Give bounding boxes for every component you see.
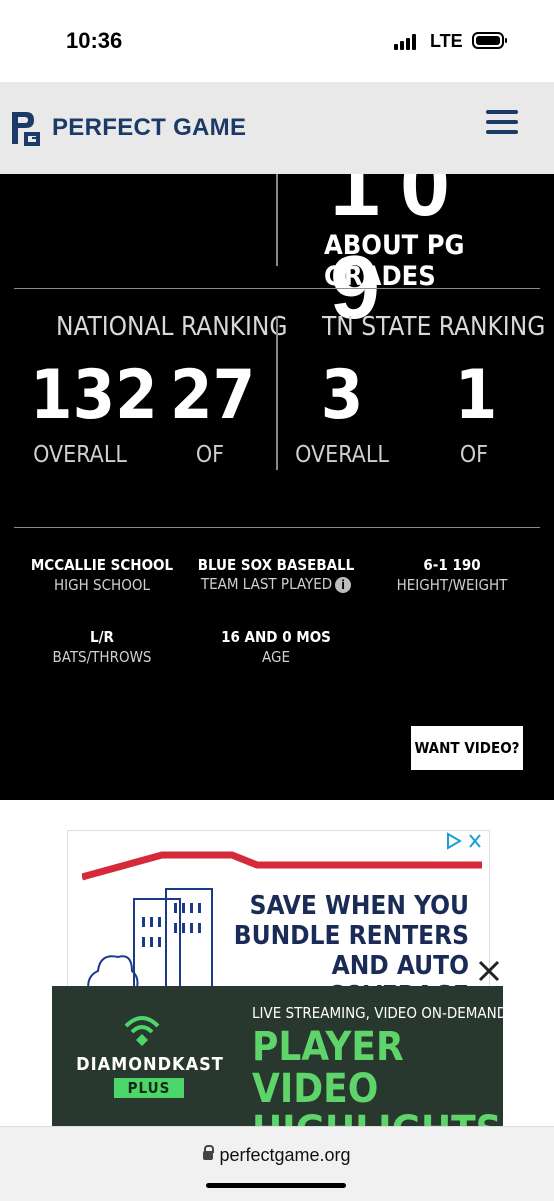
about-pg-grades-link[interactable]: ABOUT PG GRADES	[324, 230, 554, 292]
close-icon[interactable]	[476, 958, 502, 984]
team-label: TEAM LAST PLAYED	[200, 575, 333, 593]
roof-graphic	[82, 851, 482, 881]
national-overall-label: OVERALL	[33, 442, 127, 468]
url-display[interactable]: perfectgame.org	[0, 1144, 554, 1166]
battery-icon	[472, 32, 507, 49]
diamondkast-banner[interactable]: DIAMONDKAST PLUS LIVE STREAMING, VIDEO O…	[52, 986, 503, 1126]
want-video-button[interactable]: WANT VIDEO?	[410, 725, 524, 771]
site-header: PERFECT GAME	[0, 82, 554, 174]
school-label: HIGH SCHOOL	[54, 576, 150, 594]
buildings-graphic	[87, 888, 213, 991]
url-text: perfectgame.org	[219, 1145, 351, 1165]
banner-brand: DIAMONDKAST	[76, 1054, 224, 1075]
bats-throws-label: BATS/THROWS	[52, 648, 152, 666]
ad-copy: SAVE WHEN YOU BUNDLE RENTERS AND AUTO CO…	[229, 891, 469, 991]
national-position-value: 27	[170, 356, 256, 435]
brand-name[interactable]: PERFECT GAME	[52, 114, 246, 142]
team-value: BLUE SOX BASEBALL	[197, 556, 355, 574]
lock-icon	[203, 1144, 215, 1160]
pg-logo-icon[interactable]	[10, 108, 42, 148]
divider	[276, 316, 278, 470]
status-bar: 10:36 LTE	[0, 0, 554, 82]
national-position-label: OF	[195, 442, 225, 468]
divider	[276, 174, 278, 266]
team-label-row: TEAM LAST PLAYED i	[196, 575, 356, 593]
headline-line: PLAYER VIDEO	[252, 1024, 404, 1112]
headline-line: HIGHLIGHTS	[252, 1110, 503, 1126]
ad-line: SAVE WHEN YOU	[249, 891, 469, 921]
banner-tagline: LIVE STREAMING, VIDEO ON-DEMAND +	[252, 1004, 503, 1022]
network-label: LTE	[430, 31, 463, 51]
age-value: 16 AND 0 MOS	[221, 628, 331, 646]
home-indicator[interactable]	[206, 1183, 346, 1188]
state-position-value: 1	[454, 356, 498, 435]
national-ranking-title: NATIONAL RANKING	[56, 312, 288, 342]
divider	[14, 527, 540, 528]
state-ranking-title: TN STATE RANKING	[322, 312, 546, 342]
renters-insurance-ad[interactable]: SAVE WHEN YOU BUNDLE RENTERS AND AUTO CO…	[67, 830, 490, 992]
state-position-label: OF	[459, 442, 489, 468]
state-overall-label: OVERALL	[295, 442, 389, 468]
banner-headline: PLAYER VIDEO HIGHLIGHTS	[252, 1026, 503, 1126]
adchoices-icon[interactable]	[446, 832, 486, 850]
browser-address-bar[interactable]: perfectgame.org	[0, 1126, 554, 1201]
ad-line: BUNDLE RENTERS	[233, 921, 469, 951]
status-time: 10:36	[66, 28, 123, 53]
state-overall-value: 3	[320, 356, 364, 435]
signal-icon	[394, 33, 422, 50]
wifi-diamond-icon	[124, 1016, 160, 1046]
national-overall-value: 132	[30, 356, 158, 435]
bats-throws-value: L/R	[90, 628, 114, 646]
info-icon[interactable]: i	[335, 576, 352, 593]
height-weight-value: 6-1 190	[423, 556, 481, 574]
school-value: MCCALLIE SCHOOL	[30, 556, 174, 574]
hamburger-menu-icon[interactable]	[486, 110, 518, 134]
banner-plus-badge: PLUS	[114, 1078, 184, 1098]
divider	[14, 288, 540, 289]
player-profile: 10 9 ABOUT PG GRADES NATIONAL RANKING 13…	[0, 174, 554, 800]
age-label: AGE	[262, 648, 290, 666]
height-weight-label: HEIGHT/WEIGHT	[396, 576, 508, 594]
